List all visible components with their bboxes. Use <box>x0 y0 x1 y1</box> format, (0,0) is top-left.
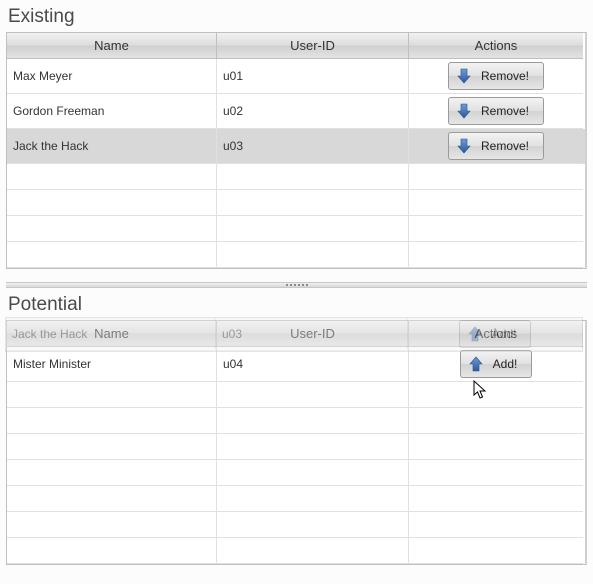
table-row-empty <box>7 460 585 486</box>
button-label: Add! <box>493 357 518 371</box>
table-row[interactable]: Gordon Freemanu02 Remove! <box>7 94 585 129</box>
cell-userid: u01 <box>217 59 409 94</box>
arrow-down-icon <box>455 102 473 120</box>
cell-actions: Add! <box>409 347 583 382</box>
cell-actions: Remove! <box>409 59 583 94</box>
cell-actions: Remove! <box>409 94 583 129</box>
cell-userid: u04 <box>217 347 409 382</box>
arrow-down-icon <box>455 67 473 85</box>
cell-userid: u03 <box>217 129 409 164</box>
table-row-empty <box>7 216 585 242</box>
col-header-name[interactable]: Name <box>7 33 217 59</box>
arrow-down-icon <box>455 137 473 155</box>
cell-name: Jack the Hack <box>7 129 217 164</box>
table-row-empty <box>7 486 585 512</box>
table-row[interactable]: Jack the Hacku03 Remove! <box>7 129 585 164</box>
cell-userid: u02 <box>217 94 409 129</box>
remove-button[interactable]: Remove! <box>448 97 544 125</box>
table-row-empty <box>7 242 585 268</box>
grid-header-row: Name User-ID Actions <box>7 33 585 59</box>
table-row-empty <box>7 512 585 538</box>
table-row[interactable]: Mister Ministeru04 Add! <box>7 347 585 382</box>
remove-button[interactable]: Remove! <box>448 132 544 160</box>
remove-button[interactable]: Remove! <box>448 62 544 90</box>
grid-header-row: Name User-ID Actions <box>7 321 585 347</box>
grid-potential: Name User-ID Actions Mister Ministeru04A… <box>6 320 587 565</box>
cell-name: Max Meyer <box>7 59 217 94</box>
table-row-empty <box>7 538 585 564</box>
table-row-empty <box>7 190 585 216</box>
table-row-empty <box>7 382 585 408</box>
col-header-actions[interactable]: Actions <box>409 33 583 59</box>
col-header-actions[interactable]: Actions <box>409 321 583 347</box>
col-header-userid[interactable]: User-ID <box>217 321 409 347</box>
cell-name: Mister Minister <box>7 347 217 382</box>
cell-actions: Remove! <box>409 129 583 164</box>
table-row-empty <box>7 408 585 434</box>
arrow-up-icon <box>467 355 485 373</box>
section-title-existing: Existing <box>6 4 587 32</box>
button-label: Remove! <box>481 69 529 83</box>
table-row[interactable]: Max Meyeru01 Remove! <box>7 59 585 94</box>
add-button[interactable]: Add! <box>460 350 533 378</box>
button-label: Remove! <box>481 139 529 153</box>
grid-existing: Name User-ID Actions Max Meyeru01 Remove!… <box>6 32 587 269</box>
button-label: Remove! <box>481 104 529 118</box>
table-row-empty <box>7 164 585 190</box>
panel-potential: Potential Jack the Hack u03 Add! Name Us… <box>0 288 593 584</box>
panel-existing: Existing Name User-ID Actions Max Meyeru… <box>0 0 593 282</box>
col-header-userid[interactable]: User-ID <box>217 33 409 59</box>
col-header-name[interactable]: Name <box>7 321 217 347</box>
section-title-potential: Potential <box>6 292 587 320</box>
table-row-empty <box>7 434 585 460</box>
cell-name: Gordon Freeman <box>7 94 217 129</box>
